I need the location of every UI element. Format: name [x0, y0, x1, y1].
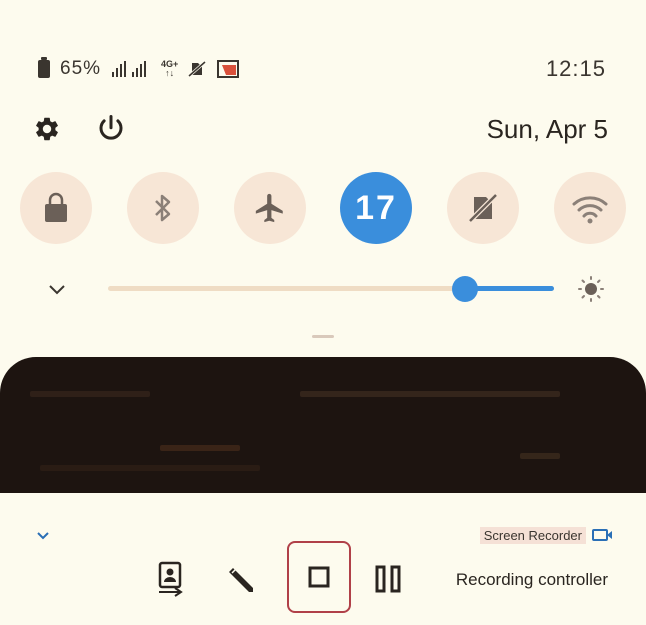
lock-icon	[45, 192, 67, 222]
cast-icon	[216, 59, 240, 79]
expand-panel-button[interactable]	[44, 276, 70, 302]
notification-title: Recording controller	[455, 570, 608, 589]
brightness-slider[interactable]	[108, 276, 554, 302]
date-label[interactable]: Sun, Apr 5	[487, 114, 608, 145]
tile-airplane[interactable]	[234, 172, 306, 244]
chevron-down-icon	[49, 285, 65, 295]
drag-handle[interactable]	[312, 335, 334, 338]
power-icon	[99, 115, 123, 140]
number-tile: 17	[355, 188, 397, 227]
obscured-line	[160, 445, 240, 451]
status-icons: 65% 4G+ ↑↓	[38, 56, 240, 82]
gear-icon	[36, 117, 58, 141]
brightness-row	[0, 266, 646, 310]
stop-icon	[308, 566, 330, 588]
pencil-icon	[229, 568, 253, 592]
wifi-icon	[572, 196, 608, 224]
tile-lock[interactable]	[20, 172, 92, 244]
airplane-icon	[255, 193, 283, 223]
brightness-slider-fill	[464, 286, 554, 291]
bluetooth-icon	[155, 194, 171, 222]
tile-mute[interactable]	[447, 172, 519, 244]
tile-autorotate[interactable]: 17	[340, 172, 412, 244]
brightness-slider-thumb[interactable]	[451, 276, 478, 302]
video-camera-icon	[592, 529, 612, 541]
quick-settings-tiles: 17	[20, 172, 628, 246]
mute-icon	[468, 193, 498, 223]
battery-percent: 65%	[60, 58, 102, 79]
battery-icon	[38, 57, 50, 78]
mute-icon	[188, 60, 207, 78]
obscured-line	[30, 391, 150, 397]
status-bar: 65% 4G+ ↑↓ 12:15	[0, 52, 646, 86]
app-name: Screen Recorder	[479, 526, 586, 544]
mobile-data-icon: 4G+ ↑↓	[161, 59, 179, 78]
screen-recorder-notification: Screen Recorder Recording controller	[0, 493, 646, 625]
chevron-down-icon	[37, 532, 49, 540]
expand-notification-button[interactable]	[32, 525, 54, 547]
front-camera-icon	[158, 561, 183, 597]
tile-wifi[interactable]	[554, 172, 626, 244]
obscured-notification[interactable]	[0, 357, 646, 493]
sun-icon	[576, 274, 606, 304]
obscured-line	[520, 453, 560, 459]
draw-button[interactable]	[220, 557, 264, 601]
obscured-line	[40, 465, 260, 471]
front-camera-button[interactable]	[148, 557, 192, 601]
panel-header: Sun, Apr 5	[0, 108, 646, 152]
signal-icon	[111, 60, 151, 78]
network-type: 4G+	[161, 59, 179, 69]
pause-icon	[375, 565, 401, 593]
pause-recording-button[interactable]	[366, 557, 410, 601]
obscured-line	[300, 391, 560, 397]
power-button[interactable]	[94, 112, 128, 146]
tile-bluetooth[interactable]	[127, 172, 199, 244]
stop-recording-button[interactable]	[287, 541, 351, 613]
clock: 12:15	[545, 56, 606, 81]
notification-panel: 65% 4G+ ↑↓ 12:15 Sun, Apr 5 17 Screen Re…	[0, 0, 646, 625]
notification-app-row: Screen Recorder	[479, 525, 612, 545]
settings-button[interactable]	[30, 112, 64, 146]
